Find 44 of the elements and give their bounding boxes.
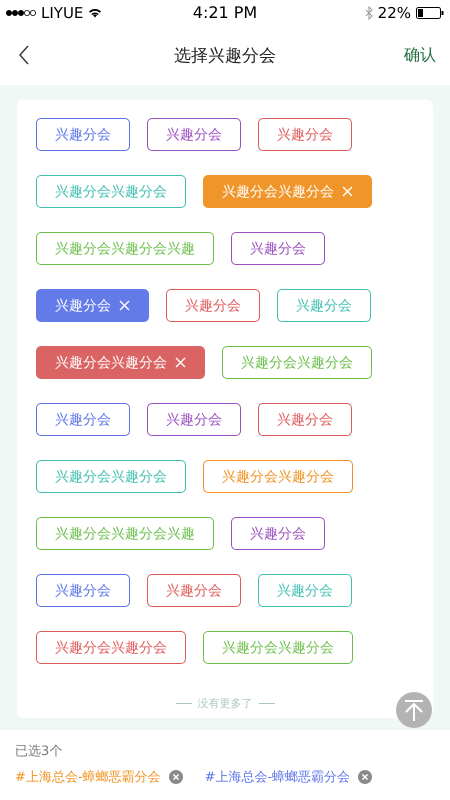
confirm-button[interactable]: 确认 [404, 44, 436, 66]
battery-icon [416, 6, 444, 18]
end-of-list-note: 没有更多了 [198, 696, 252, 711]
back-to-top-button[interactable] [396, 692, 432, 728]
remove-icon[interactable] [358, 770, 372, 784]
close-icon[interactable] [119, 300, 130, 311]
interest-tag[interactable]: 兴趣分会 [258, 574, 352, 607]
interest-tag[interactable]: 兴趣分会兴趣分会 [203, 175, 372, 208]
interest-tag[interactable]: 兴趣分会 [231, 517, 325, 550]
interest-tag[interactable]: 兴趣分会 [166, 289, 260, 322]
interest-tag[interactable]: 兴趣分会 [258, 403, 352, 436]
interest-tag[interactable]: 兴趣分会 [36, 403, 130, 436]
remove-icon[interactable] [168, 770, 183, 784]
interest-tag[interactable]: 兴趣分会兴趣分会 [36, 631, 186, 664]
interest-tag[interactable]: 兴趣分会兴趣分会 [36, 346, 205, 379]
interest-tag[interactable]: 兴趣分会兴趣分会 [203, 631, 353, 664]
interest-tag[interactable]: 兴趣分会 [147, 574, 241, 607]
page-title: 选择兴趣分会 [174, 44, 276, 66]
interest-tag[interactable]: 兴趣分会兴趣分会 [36, 460, 186, 493]
interest-tag[interactable]: 兴趣分会兴趣分会 [203, 460, 353, 493]
interest-tag[interactable]: 兴趣分会兴趣分会兴趣 [36, 517, 214, 550]
interest-tag[interactable]: 兴趣分会兴趣分会 [222, 346, 372, 379]
interest-tag[interactable]: 兴趣分会 [36, 289, 149, 322]
interest-tag[interactable]: 兴趣分会 [147, 118, 241, 151]
interest-tag[interactable]: 兴趣分会 [36, 118, 130, 151]
clock-time: 4:21 PM [192, 3, 258, 22]
carrier-name: LIYUE [41, 4, 84, 22]
back-icon[interactable] [18, 45, 30, 65]
interest-tag[interactable]: 兴趣分会兴趣分会 [36, 175, 186, 208]
interest-tag[interactable]: 兴趣分会兴趣分会兴趣 [36, 232, 214, 265]
close-icon[interactable] [342, 186, 353, 197]
interest-tag[interactable]: 兴趣分会 [231, 232, 325, 265]
wifi-icon [88, 7, 102, 18]
interest-tag[interactable]: 兴趣分会 [36, 574, 130, 607]
selected-interest: #上海总会-蟑螂恶霸分会 [15, 769, 161, 786]
bluetooth-icon [364, 6, 373, 20]
signal-icon [6, 8, 36, 16]
battery-percentage: 22% [378, 4, 411, 22]
interest-tag[interactable]: 兴趣分会 [258, 118, 352, 151]
interest-tag[interactable]: 兴趣分会 [147, 403, 241, 436]
interest-tag[interactable]: 兴趣分会 [277, 289, 371, 322]
selected-interest: #上海总会-蟑螂恶霸分会 [204, 769, 350, 786]
close-icon[interactable] [175, 357, 186, 368]
selected-count: 已选3个 [15, 743, 64, 760]
